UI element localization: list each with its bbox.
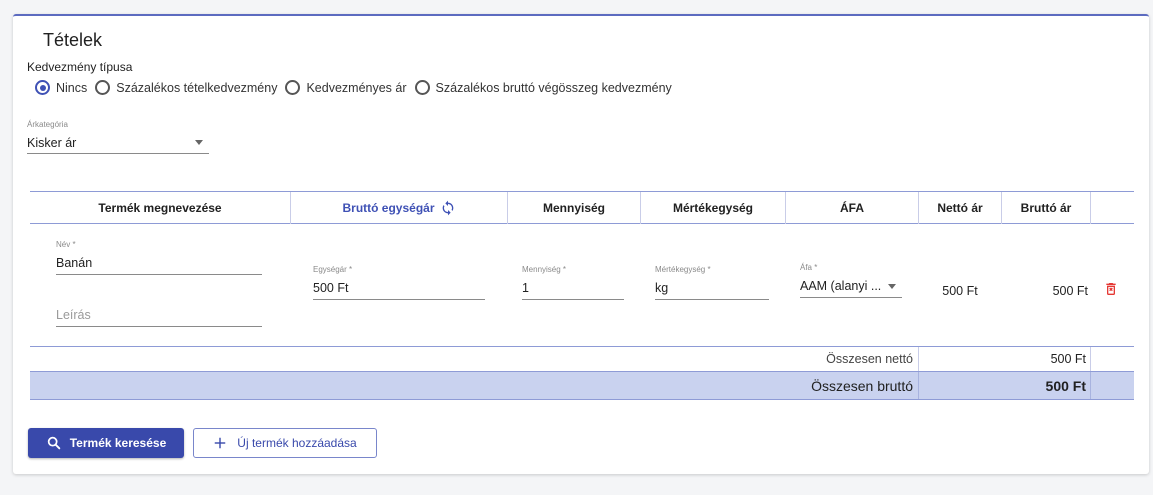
column-header-unit-price[interactable]: Bruttó egységár	[291, 192, 507, 224]
add-product-label[interactable]: Új termék hozzáadása	[237, 436, 356, 450]
radio-discounted-price[interactable]: Kedvezményes ár	[285, 80, 407, 95]
vat-label: Áfa *	[800, 263, 818, 272]
column-header-name: Termék megnevezése	[98, 201, 222, 215]
add-product-button[interactable]: Új termék hozzáadása	[193, 428, 377, 458]
quantity-value: 1	[522, 281, 529, 295]
total-net-label: Összesen nettó	[826, 352, 913, 366]
column-divider	[1090, 372, 1091, 399]
column-header-vat: ÁFA	[840, 201, 864, 215]
total-net-value: 500 Ft	[1050, 352, 1086, 366]
discount-type-radio-group: Nincs Százalékos tételkedvezmény Kedvezm…	[35, 80, 680, 95]
product-name-field[interactable]: Név * Banán	[56, 240, 262, 276]
radio-label: Nincs	[56, 80, 88, 95]
column-header-unit: Mértékegység	[672, 201, 754, 215]
radio-label: Kedvezményes ár	[306, 80, 407, 95]
chevron-down-icon[interactable]	[195, 140, 203, 145]
radio-percent-item-discount[interactable]: Százalékos tételkedvezmény	[95, 80, 277, 95]
discount-type-label: Kedvezmény típusa	[27, 60, 133, 74]
section-title: Tételek	[43, 30, 103, 50]
product-name-value: Banán	[56, 256, 93, 270]
radio-circle[interactable]	[35, 80, 50, 95]
unit-price-header-label[interactable]: Bruttó egységár	[342, 192, 434, 224]
radio-circle[interactable]	[285, 80, 301, 95]
price-category-field[interactable]: Kisker ár	[27, 132, 209, 154]
product-description-placeholder: Leírás	[56, 308, 91, 322]
search-product-label[interactable]: Termék keresése	[70, 436, 167, 450]
vat-select[interactable]: Áfa * AAM (alanyi ...	[800, 263, 902, 299]
column-header-gross: Bruttó ár	[1020, 201, 1072, 215]
row-gross-price: 500 Ft	[1052, 284, 1088, 298]
radio-none[interactable]: Nincs	[35, 80, 87, 95]
unit-field[interactable]: Mértékegység * kg	[655, 265, 769, 301]
radio-label: Százalékos bruttó végösszeg kedvezmény	[435, 80, 672, 95]
items-card: Tételek Kedvezmény típusa Nincs Százalék…	[13, 14, 1149, 474]
column-divider	[1090, 347, 1091, 371]
totals-top-line	[30, 346, 1134, 347]
unit-label: Mértékegység *	[655, 265, 711, 274]
unit-price-input[interactable]: 500 Ft	[313, 277, 485, 300]
product-name-label: Név *	[56, 240, 76, 249]
plus-icon	[215, 437, 226, 449]
price-category-select[interactable]: Árkategória Kisker ár	[27, 120, 209, 154]
trash-icon[interactable]	[1103, 280, 1119, 298]
radio-percent-gross-total-discount[interactable]: Százalékos bruttó végösszeg kedvezmény	[414, 80, 672, 95]
product-name-input[interactable]: Banán	[56, 252, 262, 275]
search-icon	[47, 436, 61, 450]
column-header-net: Nettó ár	[937, 201, 983, 215]
column-divider	[1090, 192, 1091, 224]
product-description-input[interactable]: Leírás	[56, 304, 262, 327]
total-gross-row	[30, 372, 1134, 399]
row-net-price: 500 Ft	[942, 284, 978, 298]
total-gross-label: Összesen bruttó	[811, 378, 913, 394]
totals-bottom-line	[30, 399, 1134, 400]
unit-price-field[interactable]: Egységár * 500 Ft	[313, 265, 485, 301]
column-header-quantity: Mennyiség	[542, 201, 605, 215]
vat-field[interactable]: AAM (alanyi ...	[800, 275, 902, 298]
delete-row-button[interactable]	[1103, 280, 1119, 303]
quantity-label: Mennyiség *	[522, 265, 567, 274]
total-gross-value: 500 Ft	[1045, 378, 1086, 394]
vat-value: AAM (alanyi ...	[800, 279, 882, 293]
unit-price-value: 500 Ft	[313, 281, 349, 295]
radio-circle[interactable]	[414, 80, 430, 95]
radio-label: Százalékos tételkedvezmény	[116, 80, 278, 95]
quantity-field[interactable]: Mennyiség * 1	[522, 265, 624, 301]
price-category-value: Kisker ár	[27, 135, 77, 150]
unit-input[interactable]: kg	[655, 277, 769, 300]
radio-circle[interactable]	[95, 80, 111, 95]
chevron-down-icon[interactable]	[888, 283, 896, 289]
refresh-icon[interactable]	[440, 200, 456, 216]
column-divider	[918, 372, 919, 399]
unit-value: kg	[655, 281, 669, 295]
column-divider	[918, 347, 919, 371]
unit-price-label: Egységár *	[313, 265, 353, 274]
search-product-button[interactable]: Termék keresése	[28, 428, 184, 458]
quantity-input[interactable]: 1	[522, 277, 624, 300]
price-category-label: Árkategória	[27, 120, 68, 129]
